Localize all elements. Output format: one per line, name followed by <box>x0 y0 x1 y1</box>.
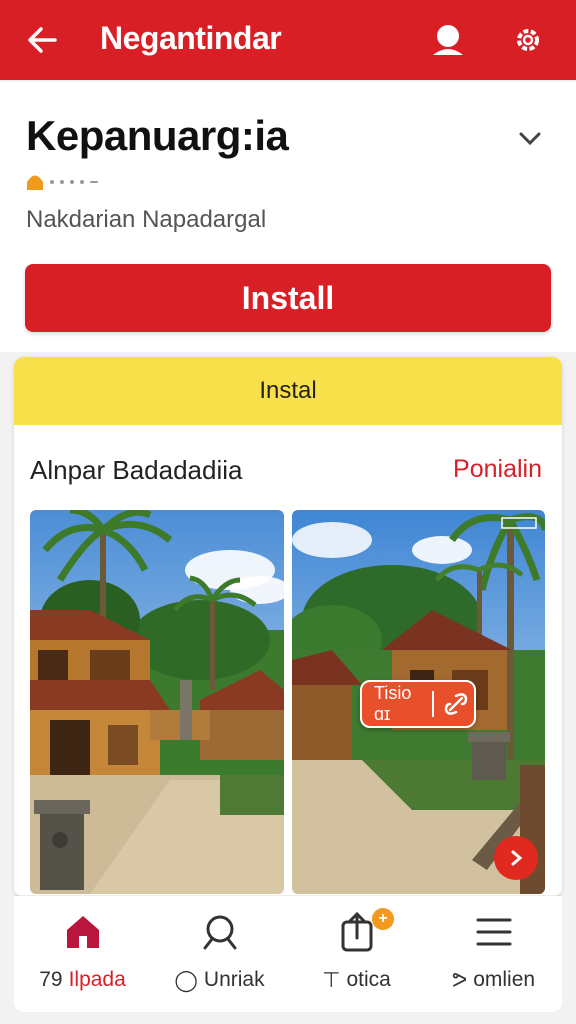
install-button[interactable]: Install <box>25 264 551 332</box>
nav-badge: + <box>372 908 394 930</box>
chip-divider <box>432 691 434 717</box>
rating-dot <box>90 181 98 183</box>
rating-dot <box>70 180 74 184</box>
nav-text: Unriak <box>203 968 265 991</box>
bottom-navigation: 79 Ilpada ◯ Unriak + ⊤ otica ᕗ omlien <box>14 896 562 1012</box>
account-button[interactable] <box>426 18 470 62</box>
nav-text: otica <box>346 968 391 991</box>
search-icon <box>203 915 236 950</box>
nav-item-share[interactable]: + ⊤ otica <box>288 896 425 1012</box>
expand-button[interactable] <box>512 124 548 154</box>
chevron-right-icon <box>511 850 523 866</box>
rating-icon <box>27 175 43 190</box>
nav-text: omlien <box>473 968 536 991</box>
back-button[interactable] <box>22 20 62 60</box>
nav-icon-wrap <box>14 910 151 954</box>
nav-label-share: ⊤ otica <box>288 966 425 994</box>
link-icon <box>444 693 468 715</box>
nav-icon-wrap <box>288 910 425 954</box>
developer-name[interactable]: Nakdarian Napadargal <box>26 206 266 234</box>
nav-item-home[interactable]: 79 Ilpada <box>14 896 151 1012</box>
screenshot-2[interactable]: Tisio ɑɪ <box>292 510 545 894</box>
rating-dot <box>60 180 64 184</box>
village-photo-1 <box>30 510 284 894</box>
home-icon <box>66 916 99 948</box>
nav-text: Ilpada <box>68 968 126 991</box>
nav-prefix: 79 <box>39 968 63 991</box>
nav-icon-wrap <box>425 910 562 954</box>
screenshot-1[interactable] <box>30 510 284 894</box>
rating-dot <box>80 180 84 184</box>
nav-icon-wrap <box>151 910 288 954</box>
nav-prefix: ◯ <box>174 968 198 992</box>
nav-prefix: ᕗ <box>451 968 468 992</box>
back-arrow-icon <box>28 27 57 53</box>
section-link[interactable]: Ponialin <box>453 455 542 484</box>
nav-item-menu[interactable]: ᕗ omlien <box>425 896 562 1012</box>
nav-prefix: ⊤ <box>322 968 341 992</box>
chevron-down-icon <box>519 132 541 146</box>
section-title: Alnpar Badadadiia <box>30 455 243 485</box>
topbar-title: Negantindar <box>100 20 282 56</box>
nav-label-search: ◯ Unriak <box>151 966 288 994</box>
settings-button[interactable] <box>506 18 550 62</box>
share-icon <box>341 912 372 952</box>
gear-icon <box>517 29 539 51</box>
nav-label-home: 79 Ilpada <box>14 966 151 994</box>
overlay-action-chip[interactable]: Tisio ɑɪ <box>360 680 476 728</box>
account-icon <box>433 25 463 55</box>
next-screenshot-button[interactable] <box>494 836 538 880</box>
panel-install-header[interactable]: Instal <box>14 357 562 425</box>
menu-icon <box>476 918 511 946</box>
nav-item-search[interactable]: ◯ Unriak <box>151 896 288 1012</box>
overlay-chip-text: Tisio ɑɪ <box>374 683 412 724</box>
app-name: Kepanuarg:ia <box>26 112 289 159</box>
top-app-bar: Negantindar <box>0 0 576 80</box>
rating-dot <box>50 180 54 184</box>
rating-row <box>26 172 98 192</box>
nav-label-menu: ᕗ omlien <box>425 966 562 994</box>
screenshots-panel: Instal Alnpar Badadadiia Ponialin Tisio … <box>14 357 562 897</box>
